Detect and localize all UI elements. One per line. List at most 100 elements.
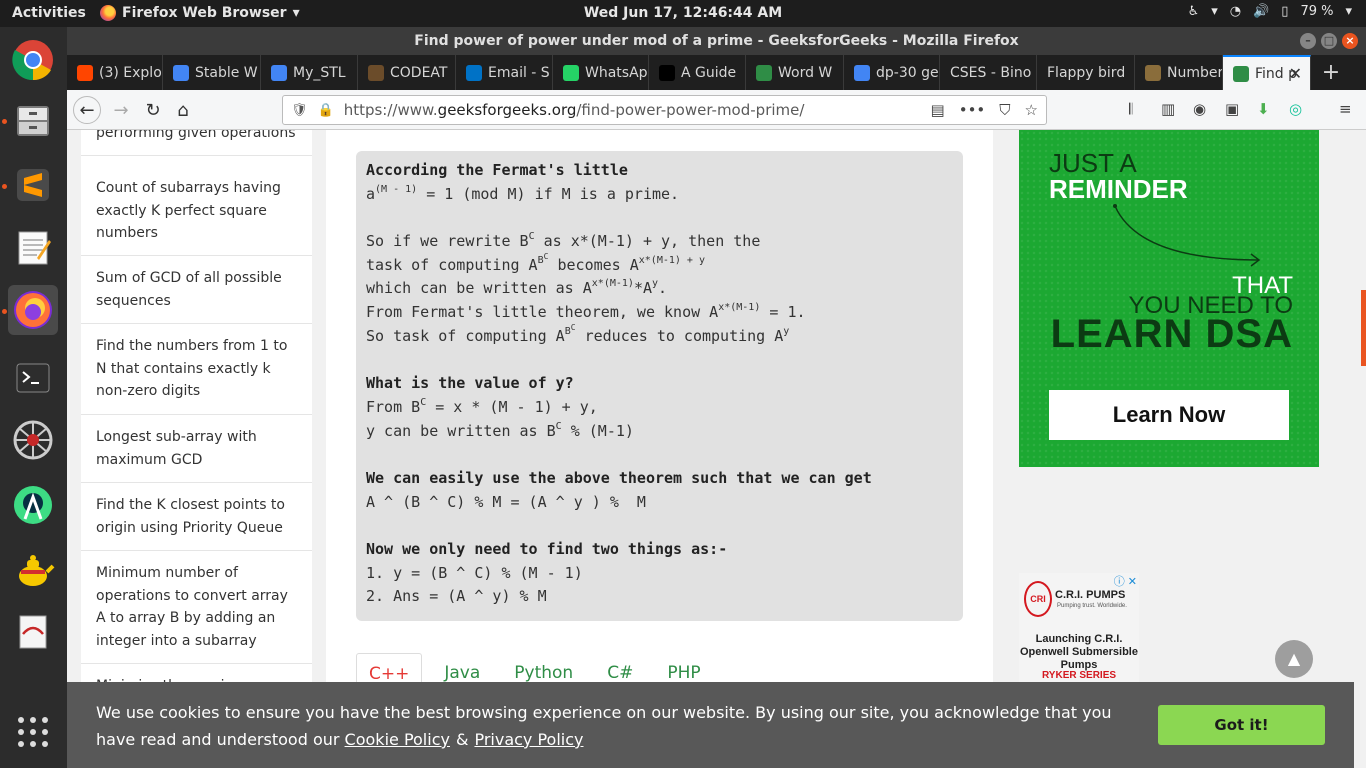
sidebar-link[interactable]: Find the K closest points to origin usin… <box>81 483 312 551</box>
activities-button[interactable]: Activities <box>12 5 86 21</box>
privacy-policy-link[interactable]: Privacy Policy <box>474 730 583 749</box>
tab-label: Number <box>1167 64 1223 81</box>
browser-tab[interactable]: Email - S <box>456 55 553 90</box>
url-bar[interactable]: 🛡 🔒 https://www.geeksforgeeks.org/find-p… <box>282 95 1047 125</box>
sidebar-link[interactable]: Longest sub-array with maximum GCD <box>81 415 312 483</box>
google-icon <box>173 64 189 81</box>
document-viewer-icon[interactable] <box>8 607 58 657</box>
sidebar-icon[interactable]: ▥ <box>1161 100 1175 118</box>
cookie-message: We use cookies to ensure you have the be… <box>96 703 1112 749</box>
volume-icon: 🔊 <box>1253 4 1270 19</box>
url-text[interactable]: https://www.geeksforgeeks.org/find-power… <box>344 101 805 119</box>
reload-button[interactable]: ↻ <box>139 96 167 124</box>
learn-now-button[interactable]: Learn Now <box>1049 390 1289 440</box>
pocket-icon[interactable]: ⛉ <box>999 101 1010 119</box>
tab-label: CODEAT <box>390 64 448 81</box>
bookmark-star-icon[interactable]: ☆ <box>1025 101 1038 119</box>
browser-tab[interactable]: Stable W <box>163 55 261 90</box>
firefox-dock-icon[interactable] <box>8 285 58 335</box>
back-button[interactable]: ← <box>73 96 101 124</box>
browser-tab[interactable]: CSES - Bino <box>940 55 1037 90</box>
cookie-policy-link[interactable]: Cookie Policy <box>345 730 450 749</box>
files-icon[interactable] <box>8 95 58 145</box>
teapot-app-icon[interactable] <box>8 545 58 595</box>
ad-body: Launching C.R.I. Openwell Submersible Pu… <box>1020 633 1138 671</box>
ad-tagline: Pumping trust. Worldwide. <box>1057 603 1127 609</box>
text-line: 2. Ans = (A ^ y) % M <box>366 587 547 606</box>
close-tab-icon[interactable]: ✕ <box>1289 64 1302 83</box>
sidebar-link[interactable]: performing given operations <box>81 130 312 156</box>
window-titlebar[interactable]: Find power of power under mod of a prime… <box>67 27 1366 55</box>
adchoices-icon[interactable]: ⓘ ✕ <box>1114 573 1137 589</box>
browser-tab[interactable]: CODEAT <box>358 55 456 90</box>
reader-view-icon[interactable]: ▤ <box>931 101 945 119</box>
browser-tab[interactable]: Word W <box>746 55 844 90</box>
docs-icon <box>271 64 287 81</box>
article-content: According the Fermat's little a(M - 1) =… <box>326 130 993 768</box>
browser-tab[interactable]: A Guide <box>649 55 746 90</box>
dock <box>0 27 67 768</box>
browser-tab[interactable]: dp-30 ge <box>844 55 940 90</box>
whatsapp-icon <box>563 64 579 81</box>
chevron-down-icon: ▾ <box>1211 4 1218 19</box>
library-icon[interactable]: 𝄃 <box>1129 100 1132 118</box>
chrome-icon[interactable] <box>8 35 58 85</box>
lock-icon <box>1145 64 1161 81</box>
text-line: According the Fermat's little <box>366 161 628 179</box>
browser-tab[interactable]: (3) Explo <box>67 55 163 90</box>
android-studio-icon[interactable] <box>8 480 58 530</box>
grammarly-icon[interactable]: ◎ <box>1289 100 1302 118</box>
scrollbar-thumb[interactable] <box>1361 290 1366 366</box>
close-window-button[interactable]: × <box>1342 33 1358 49</box>
minimize-button[interactable]: – <box>1300 33 1316 49</box>
text-line: 1. y = (B ^ C) % (M - 1) <box>366 563 583 582</box>
sidebar-link[interactable]: Count of subarrays having exactly K perf… <box>81 166 312 256</box>
navigation-toolbar: ← → ↻ ⌂ 🛡 🔒 https://www.geeksforgeeks.or… <box>67 90 1366 130</box>
firefox-icon <box>100 5 116 21</box>
sidebar-link[interactable]: Find the numbers from 1 to N that contai… <box>81 324 312 415</box>
ad-brand: C.R.I. PUMPS <box>1055 589 1126 601</box>
accept-cookies-button[interactable]: Got it! <box>1158 705 1325 745</box>
pumps-advertisement[interactable]: ⓘ ✕ CRI C.R.I. PUMPS Pumping trust. Worl… <box>1019 573 1139 693</box>
text-line: From Fermat's little theorem, we know Ax… <box>366 302 806 322</box>
download-icon[interactable]: ⬇ <box>1257 100 1270 118</box>
ad-series: RYKER SERIES <box>1041 670 1117 681</box>
account-icon[interactable]: ◉ <box>1193 100 1206 118</box>
related-articles-sidebar: performing given operations Count of suba… <box>81 130 312 768</box>
browser-tab[interactable]: Flappy bird <box>1037 55 1135 90</box>
scroll-to-top-button[interactable]: ▲ <box>1275 640 1313 678</box>
sublime-text-icon[interactable] <box>8 160 58 210</box>
text-line: y can be written as BC % (M-1) <box>366 420 634 440</box>
extension-icon[interactable]: ▣ <box>1225 100 1239 118</box>
ad-text: JUST A <box>1049 148 1137 178</box>
show-applications-icon[interactable] <box>8 707 58 757</box>
sidebar-link[interactable]: Sum of GCD of all possible sequences <box>81 256 312 324</box>
forward-button[interactable]: → <box>107 96 135 124</box>
app-icon[interactable] <box>8 415 58 465</box>
new-tab-button[interactable]: + <box>1311 55 1351 90</box>
maximize-button[interactable]: □ <box>1321 33 1337 49</box>
window-title: Find power of power under mod of a prime… <box>414 33 1019 49</box>
dsa-advertisement[interactable]: JUST A REMINDER THAT YOU NEED TO LEARN D… <box>1019 130 1319 467</box>
tab-label: (3) Explo <box>99 64 162 81</box>
terminal-icon[interactable] <box>8 353 58 403</box>
menu-icon[interactable]: ≡ <box>1339 100 1352 118</box>
system-tray[interactable]: ♿ ▾ ◔ 🔊 ▯ 79 % ▾ <box>1188 4 1352 19</box>
lock-icon[interactable]: 🔒 <box>318 103 334 118</box>
shield-icon[interactable]: 🛡 <box>291 103 308 118</box>
chevron-down-icon: ▾ <box>292 5 300 21</box>
app-menu[interactable]: Firefox Web Browser ▾ <box>100 5 300 21</box>
firefox-window: Find power of power under mod of a prime… <box>67 27 1366 768</box>
accessibility-icon[interactable]: ♿ <box>1188 4 1200 19</box>
browser-tab[interactable]: WhatsAp <box>553 55 649 90</box>
browser-tab[interactable]: Number <box>1135 55 1223 90</box>
browser-tab[interactable]: My_STL <box>261 55 358 90</box>
text-editor-icon[interactable] <box>8 223 58 273</box>
text-line: a(M - 1) = 1 (mod M) if M is a prime. <box>366 183 680 203</box>
page-actions-icon[interactable]: ••• <box>959 101 986 119</box>
text-line: So task of computing ABC reduces to comp… <box>366 322 790 345</box>
home-button[interactable]: ⌂ <box>169 96 197 124</box>
tab-label: Stable W <box>195 64 258 81</box>
sidebar-link[interactable]: Minimum number of operations to convert … <box>81 551 312 664</box>
browser-tab[interactable]: Find p ✕ <box>1223 55 1311 90</box>
